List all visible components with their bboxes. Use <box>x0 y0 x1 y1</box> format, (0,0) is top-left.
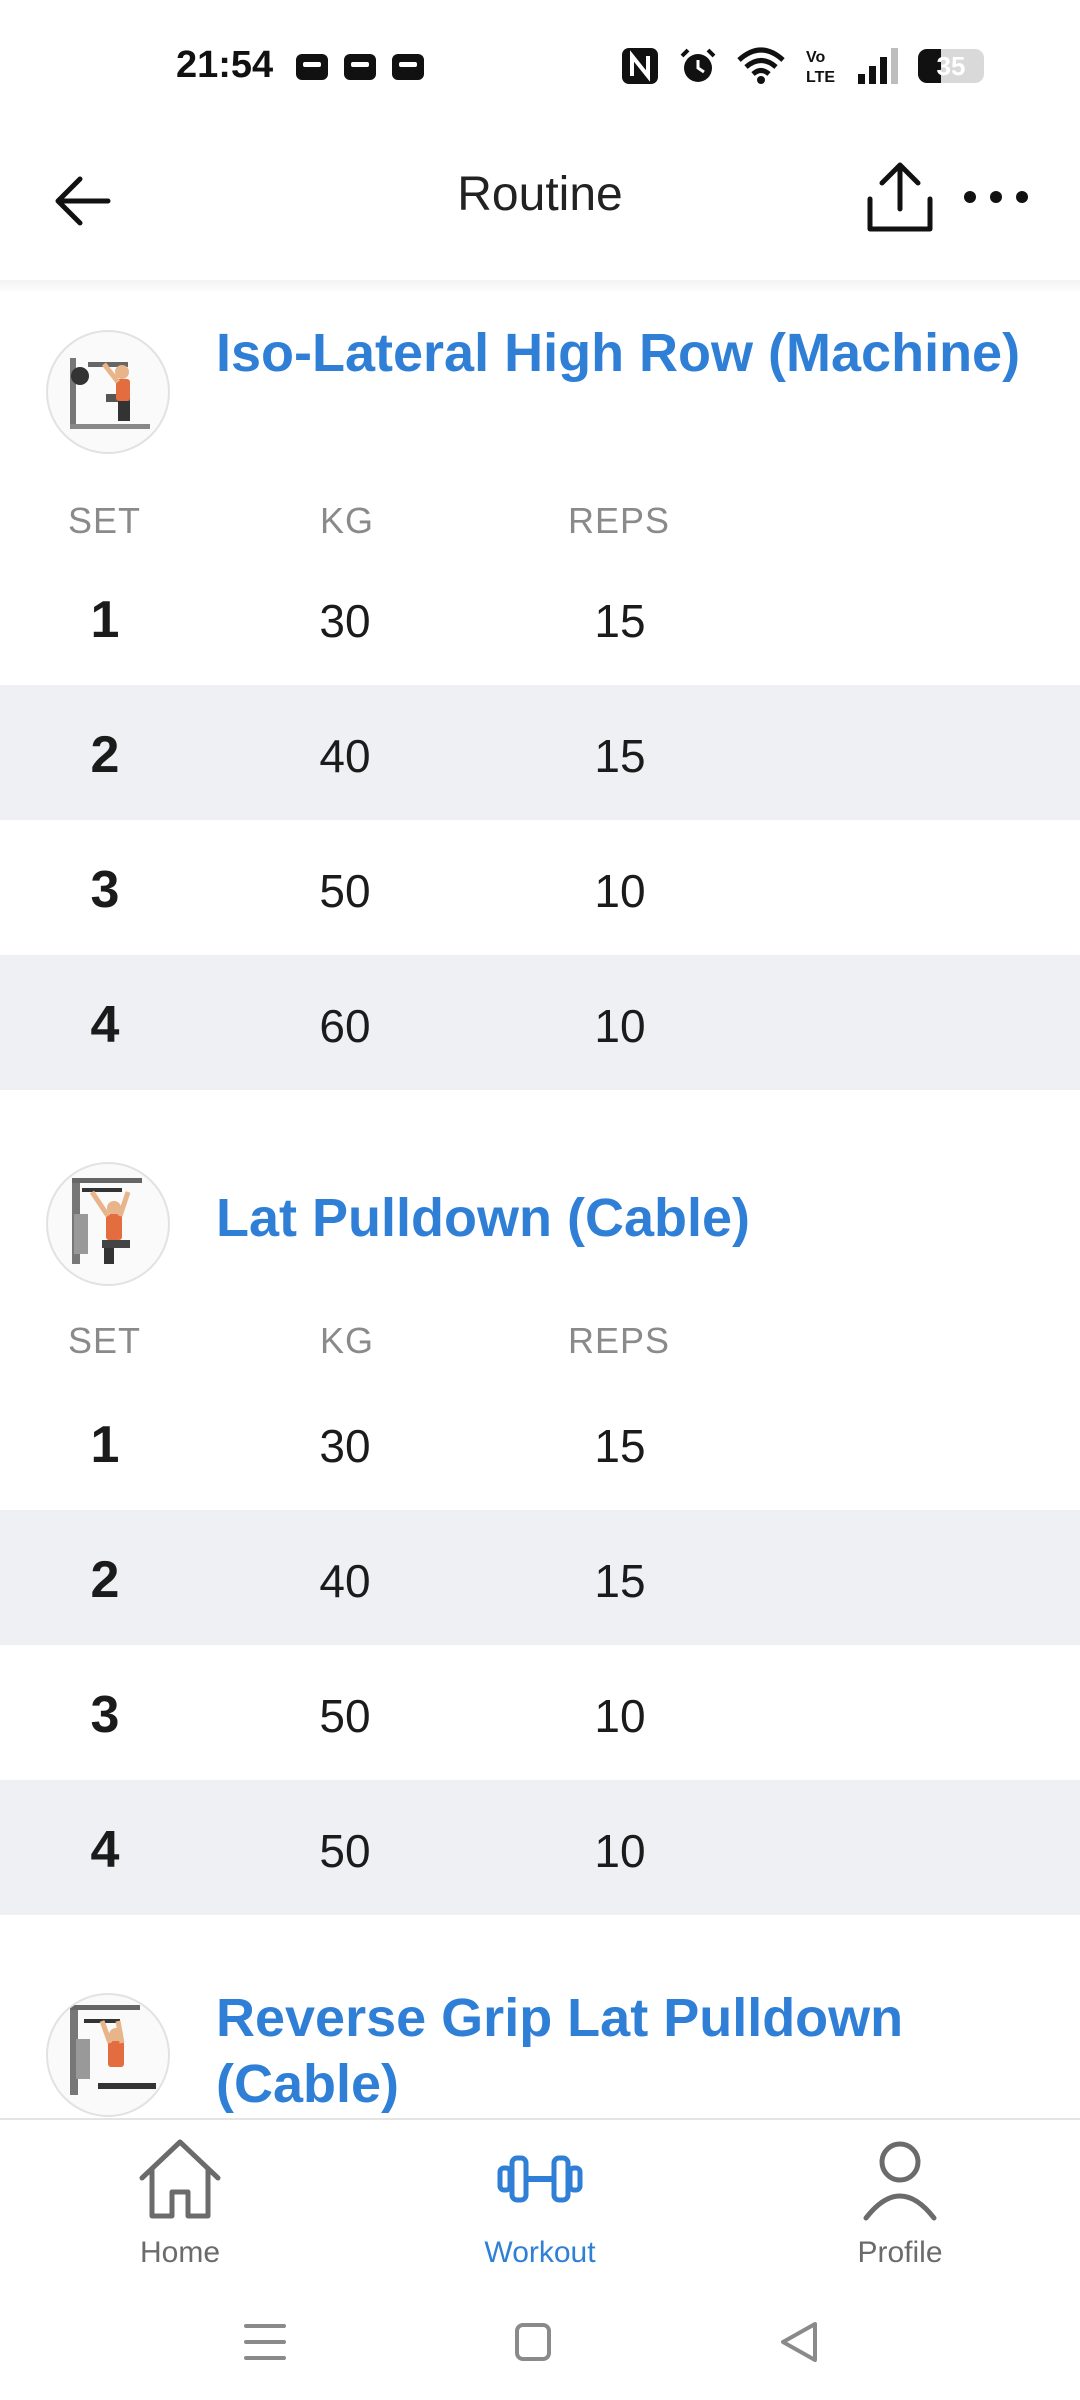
home-icon <box>139 2139 221 2219</box>
set-row: 1 30 15 <box>0 550 1080 685</box>
column-header-reps: REPS <box>568 1320 671 1361</box>
battery-level: 35 <box>936 51 966 81</box>
exercise-thumbnail[interactable] <box>46 330 170 454</box>
set-row: 4 50 10 <box>0 1780 1080 1915</box>
set-reps: 15 <box>594 595 646 647</box>
menu-lines-icon <box>244 2324 286 2360</box>
more-horizontal-icon <box>964 191 1028 203</box>
set-reps: 10 <box>594 1825 646 1877</box>
set-weight: 50 <box>319 865 371 917</box>
person-icon <box>863 2141 937 2221</box>
wallet-icon <box>344 54 376 80</box>
exercise-card: Iso-Lateral High Row (Machine) SET KG RE… <box>0 320 1080 1090</box>
set-row: 2 40 15 <box>0 685 1080 820</box>
status-time: 21:54 <box>176 44 274 86</box>
exercise-title[interactable]: Lat Pulldown (Cable) <box>216 1185 1036 1251</box>
signal-icon <box>858 48 898 84</box>
svg-text:Vo: Vo <box>806 49 825 66</box>
set-number: 2 <box>90 726 120 784</box>
nav-label: Workout <box>484 2236 596 2269</box>
set-row: 2 40 15 <box>0 1510 1080 1645</box>
exercise-card: Lat Pulldown (Cable) SET KG REPS 1 30 15… <box>0 1155 1080 1915</box>
more-options-button[interactable] <box>960 171 1032 223</box>
set-reps: 15 <box>594 730 646 782</box>
exercise-thumbnail[interactable] <box>46 1993 170 2117</box>
set-weight: 30 <box>319 1420 371 1472</box>
set-number: 3 <box>90 861 120 919</box>
nav-label: Profile <box>857 2236 943 2269</box>
set-reps: 10 <box>594 1690 646 1742</box>
column-header-reps: REPS <box>568 500 671 541</box>
triangle-back-icon <box>781 2322 817 2362</box>
system-icons: Vo LTE 35 <box>620 46 984 86</box>
set-row: 4 60 10 <box>0 955 1080 1090</box>
share-upload-icon <box>867 162 933 232</box>
recent-apps-button[interactable] <box>230 2312 300 2372</box>
wifi-icon <box>737 47 785 84</box>
square-icon <box>515 2323 551 2361</box>
set-reps: 10 <box>594 865 646 917</box>
dumbbell-icon <box>497 2155 583 2203</box>
svg-text:LTE: LTE <box>806 69 835 86</box>
nav-item-home[interactable]: Home <box>70 2134 290 2284</box>
bottom-navigation: Home Workout Profile <box>0 2118 1080 2290</box>
column-header-kg: KG <box>320 500 375 541</box>
nav-item-profile[interactable]: Profile <box>790 2134 1010 2284</box>
home-system-button[interactable] <box>498 2312 568 2372</box>
exercise-title[interactable]: Iso-Lateral High Row (Machine) <box>216 320 1036 386</box>
system-navigation-bar <box>0 2290 1080 2400</box>
set-number: 2 <box>90 1551 120 1609</box>
set-row: 1 30 15 <box>0 1375 1080 1510</box>
set-weight: 50 <box>319 1690 371 1742</box>
app-bar: Routine <box>0 135 1080 285</box>
volte-icon: Vo LTE <box>806 49 835 86</box>
wallet-icon <box>392 54 424 80</box>
exercise-card: Reverse Grip Lat Pulldown (Cable) <box>0 1985 1080 2118</box>
set-weight: 40 <box>319 730 371 782</box>
column-header-set: SET <box>68 1320 142 1361</box>
set-reps: 15 <box>594 1555 646 1607</box>
set-reps: 10 <box>594 1000 646 1052</box>
set-weight: 50 <box>319 1825 371 1877</box>
battery-indicator: 35 <box>918 49 984 83</box>
column-header-set: SET <box>68 500 142 541</box>
nav-label: Home <box>139 2236 221 2269</box>
app-bar-divider <box>0 280 1080 294</box>
set-number: 3 <box>90 1686 120 1744</box>
high-row-machine-icon <box>70 358 150 429</box>
exercise-thumbnail[interactable] <box>46 1162 170 1286</box>
set-number: 4 <box>90 996 120 1054</box>
wallet-icon <box>296 54 328 80</box>
column-header-kg: KG <box>320 1320 375 1361</box>
set-reps: 15 <box>594 1420 646 1472</box>
back-system-button[interactable] <box>765 2312 835 2372</box>
lat-pulldown-icon <box>72 1178 142 1264</box>
exercise-title[interactable]: Reverse Grip Lat Pulldown (Cable) <box>216 1985 1036 2117</box>
set-weight: 40 <box>319 1555 371 1607</box>
set-number: 1 <box>90 1416 120 1474</box>
routine-screen: 21:54 Vo LTE 35 Routine Iso-Lateral High… <box>0 0 1080 2400</box>
reverse-grip-pulldown-icon <box>70 2005 156 2095</box>
share-button[interactable] <box>862 157 938 237</box>
alarm-icon <box>680 48 716 82</box>
set-row: 3 50 10 <box>0 820 1080 955</box>
set-number: 4 <box>90 1821 120 1879</box>
set-row: 3 50 10 <box>0 1645 1080 1780</box>
status-bar: 21:54 Vo LTE 35 <box>0 0 1080 135</box>
notification-icons <box>296 54 424 80</box>
set-weight: 60 <box>319 1000 371 1052</box>
nfc-icon <box>622 48 658 84</box>
set-weight: 30 <box>319 595 371 647</box>
nav-item-workout[interactable]: Workout <box>430 2134 650 2284</box>
set-number: 1 <box>90 591 120 649</box>
